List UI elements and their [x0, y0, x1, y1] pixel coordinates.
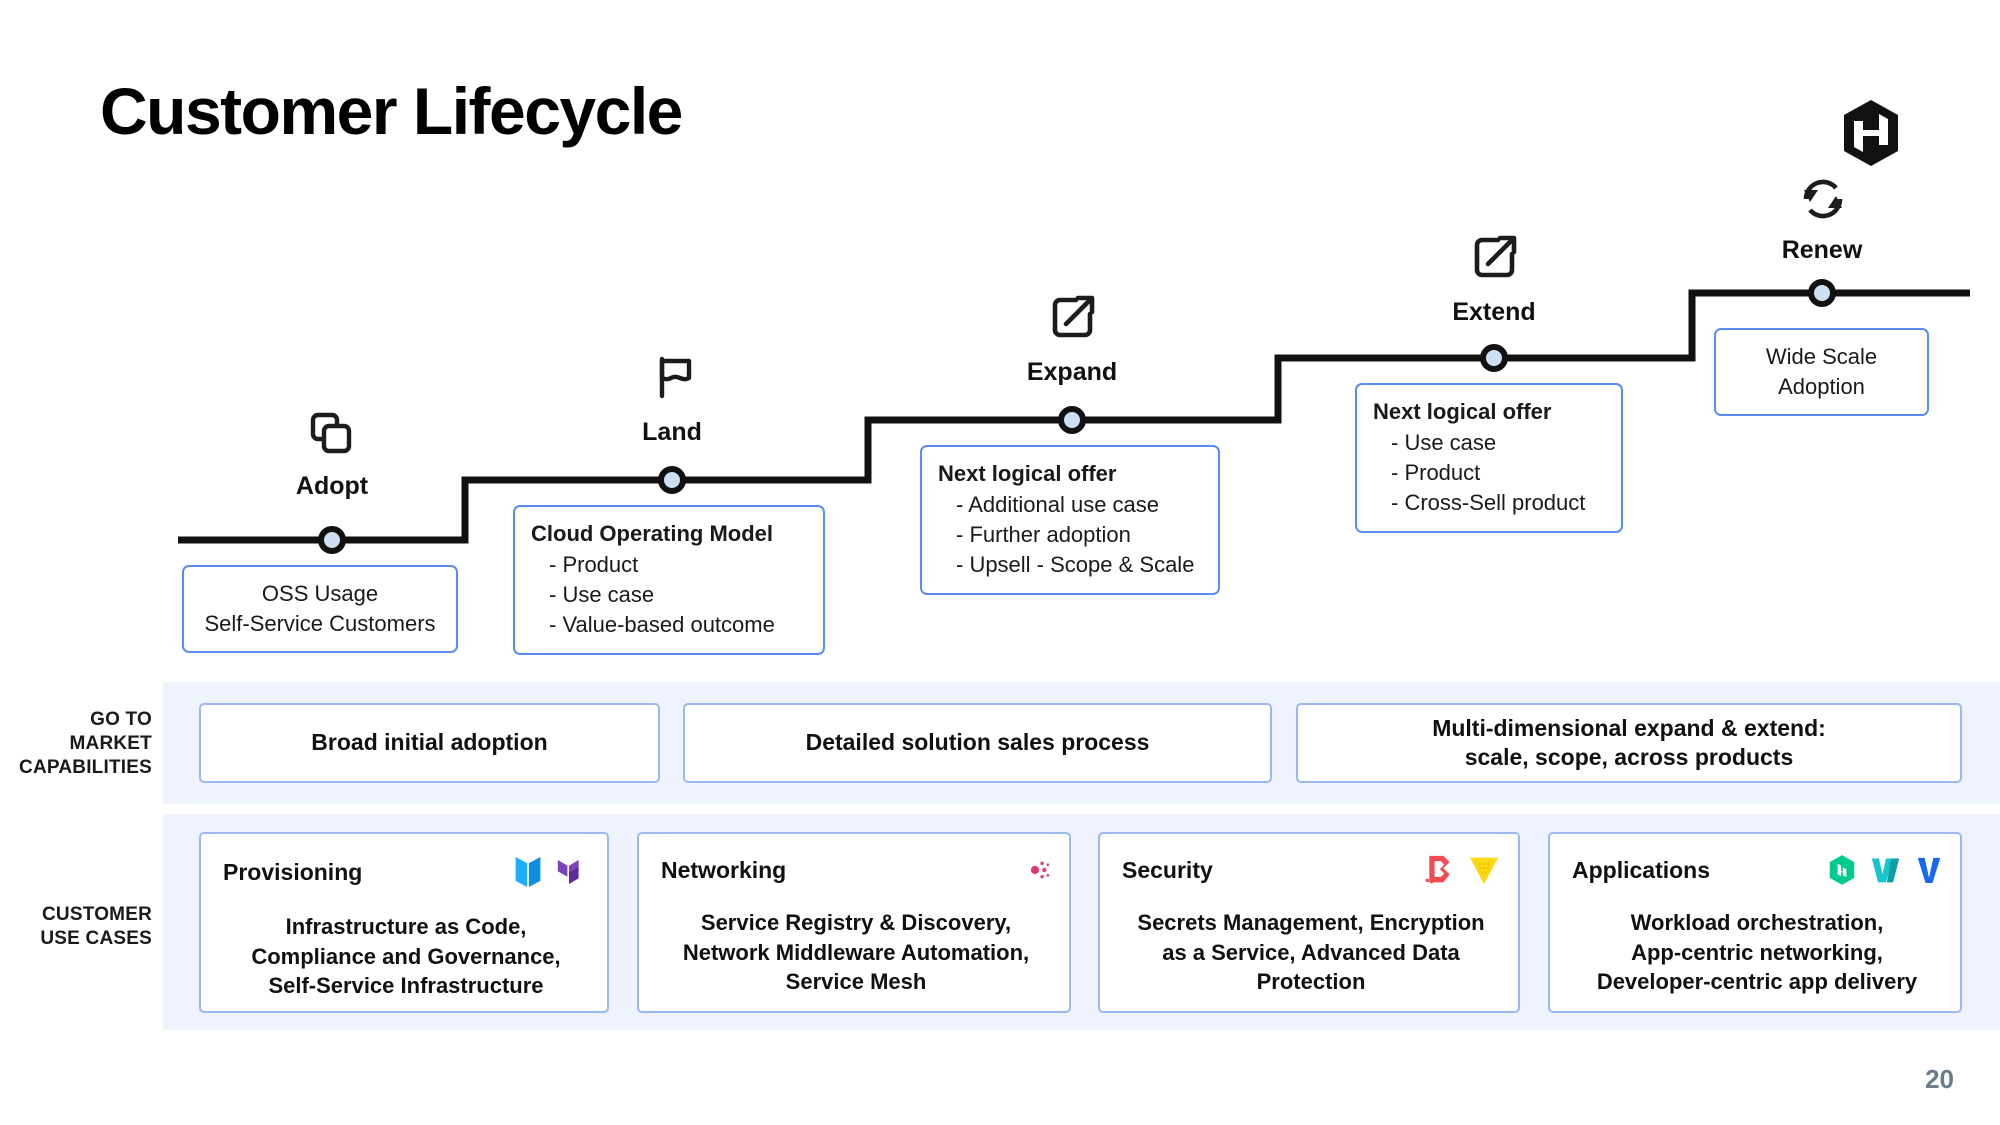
callout-adopt-line-1: OSS Usage [261, 581, 379, 606]
packer-icon [513, 854, 543, 890]
use-case-icon-group [1019, 854, 1051, 886]
callout-expand-item-1: - Additional use case [956, 492, 1160, 518]
gtm-card-text: Multi-dimensional expand & extend: scale… [1432, 714, 1826, 773]
use-case-body-line-3: Developer-centric app delivery [1596, 969, 1918, 995]
use-case-card-applications[interactable]: Applications Workload orchestration, App… [1548, 832, 1962, 1013]
use-case-icon-group [1424, 854, 1500, 886]
callout-extend-heading: Next logical offer [1373, 399, 1552, 424]
callout-expand-heading: Next logical offer [938, 461, 1117, 486]
cuc-label-line-1: CUSTOMER [42, 904, 152, 925]
cuc-label-line-2: USE CASES [40, 927, 152, 949]
copy-icon [304, 405, 358, 459]
stage-label-land: Land [642, 418, 702, 446]
use-case-header: Security [1122, 854, 1500, 886]
callout-renew-line-2: Adoption [1778, 374, 1865, 400]
callout-extend-item-2: - Product [1391, 460, 1481, 486]
waypoint-icon [1870, 855, 1902, 885]
use-case-body-line-3: Service Mesh [785, 969, 927, 995]
use-case-header: Provisioning [223, 854, 589, 890]
use-case-title: Security [1122, 856, 1213, 883]
use-case-icon-group [1828, 854, 1942, 886]
terraform-icon [557, 856, 589, 888]
use-case-body-line-3: Protection [1256, 969, 1366, 995]
refresh-cycle-icon [1796, 172, 1850, 226]
go-to-market-label: GO TO MARKET CAPABILITIES [0, 708, 152, 779]
stage-label-adopt: Adopt [295, 472, 369, 500]
gtm-label-line-3: CAPABILITIES [19, 756, 152, 778]
use-case-body: Workload orchestration, App-centric netw… [1572, 908, 1942, 997]
use-case-body-line-1: Service Registry & Discovery, [700, 910, 1012, 935]
stage-label-renew: Renew [1781, 236, 1863, 264]
use-case-title: Networking [661, 856, 787, 883]
stage-node-extend [1480, 344, 1508, 372]
stage-node-expand [1058, 406, 1086, 434]
nomad-icon [1828, 854, 1856, 886]
use-case-body: Service Registry & Discovery, Network Mi… [661, 908, 1051, 997]
callout-renew-line-1: Wide Scale [1765, 344, 1878, 369]
use-case-title: Applications [1572, 856, 1711, 883]
external-link-icon [1046, 290, 1100, 344]
callout-expand-item-2: - Further adoption [956, 522, 1131, 548]
use-case-header: Networking [661, 854, 1051, 886]
callout-land: Cloud Operating Model - Product - Use ca… [513, 505, 825, 655]
callout-renew: Wide Scale Adoption [1714, 328, 1929, 417]
callout-land-item-1: - Product [549, 552, 639, 578]
callout-extend: Next logical offer - Use case - Product … [1355, 383, 1623, 533]
gtm-card-text: Detailed solution sales process [805, 729, 1150, 756]
callout-expand-item-3: - Upsell - Scope & Scale [956, 552, 1195, 578]
use-case-body-line-1: Secrets Management, Encryption [1137, 910, 1485, 935]
use-case-title: Provisioning [223, 858, 363, 885]
use-case-body-line-2: as a Service, Advanced Data [1162, 939, 1460, 965]
use-case-card-provisioning[interactable]: Provisioning Infrastructure as Code, Com… [199, 832, 609, 1013]
consul-icon [1019, 854, 1051, 886]
callout-land-item-2: - Use case [549, 582, 655, 608]
gtm-card-text: Broad initial adoption [311, 729, 548, 756]
gtm-card-line-2: scale, scope, across products [1464, 744, 1794, 770]
callout-land-heading: Cloud Operating Model [531, 521, 773, 546]
use-case-body-line-2: App-centric networking, [1631, 939, 1883, 965]
use-case-body-line-2: Compliance and Governance, [251, 943, 561, 969]
gtm-card-line-1: Multi-dimensional expand & extend: [1432, 714, 1826, 741]
gtm-card-multi-dimensional-expand-extend[interactable]: Multi-dimensional expand & extend: scale… [1296, 703, 1962, 783]
vagrant-icon [1916, 855, 1942, 885]
callout-adopt-line-2: Self-Service Customers [204, 611, 436, 637]
stage-label-expand: Expand [1026, 358, 1118, 386]
use-case-card-security[interactable]: Security Secrets Management, Encryption … [1098, 832, 1520, 1013]
callout-land-item-3: - Value-based outcome [549, 612, 775, 638]
gtm-label-line-2: MARKET [69, 732, 152, 754]
use-case-body: Infrastructure as Code, Compliance and G… [223, 912, 589, 1001]
external-link-icon [1468, 230, 1522, 284]
stage-node-renew [1808, 279, 1836, 307]
callout-adopt: OSS Usage Self-Service Customers [182, 565, 458, 654]
use-case-body-line-3: Self-Service Infrastructure [268, 973, 544, 999]
use-case-icon-group [513, 854, 589, 890]
gtm-card-broad-initial-adoption[interactable]: Broad initial adoption [199, 703, 660, 783]
callout-extend-item-1: - Use case [1391, 430, 1497, 456]
slide-root: Customer Lifecycle Adopt OSS Usage Self-… [0, 0, 2000, 1125]
use-case-body: Secrets Management, Encryption as a Serv… [1122, 908, 1500, 997]
stage-node-adopt [318, 526, 346, 554]
stage-label-extend: Extend [1452, 298, 1536, 326]
callout-expand: Next logical offer - Additional use case… [920, 445, 1220, 595]
customer-use-cases-label: CUSTOMER USE CASES [0, 903, 152, 951]
stage-node-land [658, 466, 686, 494]
use-case-body-line-1: Workload orchestration, [1630, 910, 1884, 935]
use-case-header: Applications [1572, 854, 1942, 886]
gtm-label-line-1: GO TO [90, 709, 152, 730]
use-case-card-networking[interactable]: Networking Service Registry & Discovery,… [637, 832, 1071, 1013]
vault-icon [1468, 855, 1500, 885]
use-case-body-line-1: Infrastructure as Code, [285, 914, 527, 939]
lifecycle-stairs: Adopt OSS Usage Self-Service Customers L… [0, 0, 2000, 660]
use-case-body-line-2: Network Middleware Automation, [682, 939, 1030, 965]
flag-icon [648, 350, 702, 404]
page-number: 20 [1925, 1064, 1954, 1094]
gtm-card-detailed-solution-sales-process[interactable]: Detailed solution sales process [683, 703, 1272, 783]
boundary-icon [1424, 854, 1454, 886]
callout-extend-item-3: - Cross-Sell product [1391, 490, 1586, 516]
